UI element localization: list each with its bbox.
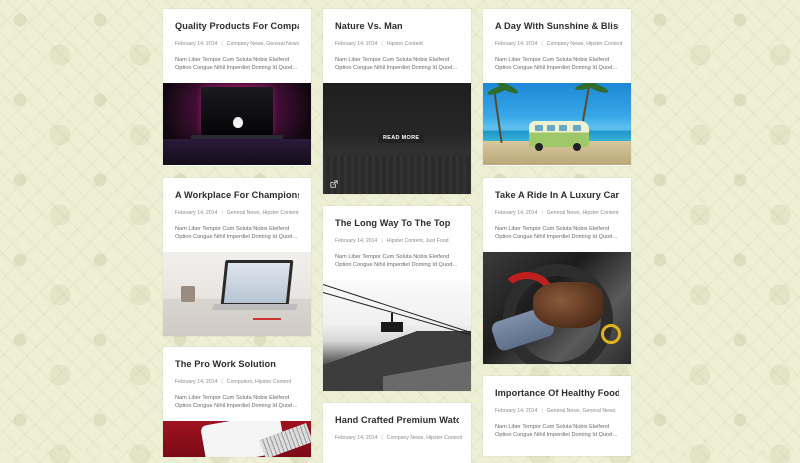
post-excerpt: Nam Liber Tempor Cum Soluta Nobis Eleife… [175, 226, 298, 240]
post-meta: February 14, 2014 | General News, General … [495, 408, 616, 414]
post-thumbnail[interactable] [323, 280, 471, 391]
post-thumbnail[interactable]: READ MORE [323, 83, 471, 194]
post-meta: February 14, 2014 | Company News, Hipster … [495, 41, 623, 47]
post-excerpt: Nam Liber Tempor Cum Soluta Nobis Eleife… [175, 57, 298, 71]
post-title[interactable]: The Long Way To The Top [335, 218, 459, 228]
post-categories[interactable]: General News, Hipster Content [547, 210, 619, 216]
post-title[interactable]: A Day With Sunshine & Bliss [495, 21, 619, 31]
post-excerpt: Nam Liber Tempor Cum Soluta Nobis Eleife… [495, 57, 618, 71]
post-meta: February 14, 2014 | General News, Hipster … [495, 210, 619, 216]
post-categories[interactable]: Computers, Hipster Content [227, 379, 291, 385]
post-title[interactable]: Hand Crafted Premium Watch [335, 415, 459, 425]
apple-logo [233, 117, 243, 128]
post-date: February 14, 2014 [175, 210, 218, 216]
post-meta: February 14, 2014 | Company News, Hipster … [335, 435, 463, 441]
post-date: February 14, 2014 [175, 379, 218, 385]
post-title[interactable]: Nature Vs. Man [335, 21, 459, 31]
post-excerpt: Nam Liber Tempor Cum Soluta Nobis Eleife… [495, 424, 618, 438]
post-title[interactable]: Take A Ride In A Luxury Car [495, 190, 619, 200]
post-meta: February 14, 2014 | Hipster Content, Just … [335, 238, 449, 244]
post-thumbnail[interactable] [163, 83, 311, 165]
post-categories[interactable]: Company News, Hipster Content [547, 41, 623, 47]
post-meta: February 14, 2014 | Computers, Hipster Con… [175, 379, 292, 385]
post-thumbnail[interactable] [483, 83, 631, 165]
post-categories[interactable]: Company News, Hipster Content [387, 435, 463, 441]
post-title[interactable]: Quality Products For Companies [175, 21, 299, 31]
post-title[interactable]: Importance Of Healthy Food [495, 388, 619, 398]
post-date: February 14, 2014 [335, 41, 378, 47]
external-link-icon[interactable] [330, 180, 338, 188]
post-card: Hand Crafted Premium Watch February 14, … [323, 403, 471, 463]
post-meta: February 14, 2014 | Company News, General … [175, 41, 300, 47]
post-categories[interactable]: Company News, General News [227, 41, 299, 47]
post-excerpt: Nam Liber Tempor Cum Soluta Nobis Eleife… [495, 226, 618, 240]
post-thumbnail[interactable] [163, 252, 311, 336]
post-thumbnail[interactable] [163, 421, 311, 457]
post-excerpt: Nam Liber Tempor Cum Soluta Nobis Eleife… [335, 57, 458, 71]
post-card: The Long Way To The Top February 14, 201… [323, 206, 471, 391]
post-card: Take A Ride In A Luxury Car February 14,… [483, 178, 631, 364]
post-date: February 14, 2014 [495, 408, 538, 414]
post-card: The Pro Work Solution February 14, 2014 |… [163, 347, 311, 457]
post-card: Nature Vs. Man February 14, 2014 | Hipster… [323, 9, 471, 194]
post-categories[interactable]: General News, General News [547, 408, 616, 414]
post-date: February 14, 2014 [175, 41, 218, 47]
post-meta: February 14, 2014 | General News, Hipster … [175, 210, 299, 216]
post-categories[interactable]: Hipster Content, Just Food [387, 238, 449, 244]
post-excerpt: Nam Liber Tempor Cum Soluta Nobis Eleife… [175, 395, 298, 409]
post-date: February 14, 2014 [495, 41, 538, 47]
post-card: Quality Products For Companies February … [163, 9, 311, 166]
post-date: February 14, 2014 [335, 238, 378, 244]
post-title[interactable]: A Workplace For Champions [175, 190, 299, 200]
post-title[interactable]: The Pro Work Solution [175, 359, 299, 369]
post-categories[interactable]: General News, Hipster Content [227, 210, 299, 216]
post-card: A Workplace For Champions February 14, 2… [163, 178, 311, 336]
post-thumbnail[interactable] [483, 252, 631, 364]
post-excerpt: Nam Liber Tempor Cum Soluta Nobis Eleife… [335, 254, 458, 268]
post-card: Importance Of Healthy Food February 14, … [483, 376, 631, 456]
post-date: February 14, 2014 [495, 210, 538, 216]
post-date: February 14, 2014 [335, 435, 378, 441]
post-card: A Day With Sunshine & Bliss February 14,… [483, 9, 631, 166]
read-more-button[interactable]: READ MORE [378, 133, 425, 143]
post-categories[interactable]: Hipster Content [387, 41, 423, 47]
post-meta: February 14, 2014 | Hipster Content [335, 41, 423, 47]
